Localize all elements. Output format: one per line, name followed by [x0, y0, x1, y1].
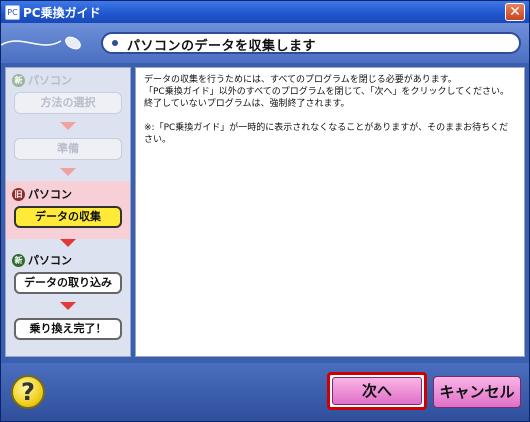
close-button[interactable]: ✕: [505, 3, 525, 21]
step-arrow-icon: [60, 168, 76, 176]
section-label: パソコン: [28, 188, 72, 201]
footer-bar: ? 次へ キャンセル: [1, 363, 529, 421]
step-arrow-icon: [60, 302, 76, 310]
step-sidebar: 新 パソコン 方法の選択 準備 旧 パソコン データの収集 新 パソコン データ…: [5, 67, 131, 357]
next-button-label: 次へ: [332, 377, 422, 405]
header-banner: パソコンのデータを収集します: [1, 23, 529, 63]
instructions-panel: データの収集を行うためには、すべてのプログラムを閉じる必要があります。 「PC乗…: [135, 67, 525, 357]
next-button[interactable]: 次へ: [327, 372, 427, 410]
instruction-line: 「PC乗換ガイド」以外のすべてのプログラムを閉じて、「次へ」をクリックしてくださ…: [144, 87, 509, 97]
app-window: PC PC乗換ガイド ✕ パソコンのデータを収集します 新 パソコン 方法の選択…: [0, 0, 530, 422]
pc-icon: PC: [5, 5, 20, 20]
instruction-note: ※:「PC乗換ガイド」が一時的に表示されなくなることがありますが、そのままお待ち…: [144, 123, 509, 145]
section-label: パソコン: [28, 74, 72, 87]
page-title-pill: パソコンのデータを収集します: [101, 32, 521, 54]
step-prepare: 準備: [14, 138, 122, 160]
step-complete: 乗り換え完了！: [14, 318, 122, 340]
old-pc-section-label: 旧 パソコン: [12, 186, 72, 202]
old-badge-icon: 旧: [12, 187, 25, 201]
step-arrow-icon: [60, 122, 76, 130]
step-arrow-icon: [60, 239, 76, 247]
page-title: パソコンのデータを収集します: [127, 39, 317, 54]
new-badge-icon: 新: [12, 253, 25, 267]
help-button[interactable]: ?: [11, 375, 45, 409]
cancel-button[interactable]: キャンセル: [433, 376, 521, 408]
step-collect-data: データの収集: [14, 206, 122, 228]
mouse-cable-icon: [1, 36, 81, 50]
section-label: パソコン: [28, 254, 72, 267]
new-pc-section-top: 新 パソコン: [12, 72, 72, 88]
new-badge-icon: 新: [12, 73, 25, 87]
new-pc-section-bottom: 新 パソコン: [12, 252, 72, 268]
step-method-select: 方法の選択: [14, 92, 122, 114]
step-import-data: データの取り込み: [14, 272, 122, 294]
bullet-icon: [112, 40, 118, 46]
instruction-line: データの収集を行うためには、すべてのプログラムを閉じる必要があります。: [144, 75, 457, 85]
window-title: PC乗換ガイド: [23, 6, 101, 20]
title-bar[interactable]: PC PC乗換ガイド ✕: [1, 1, 529, 23]
instruction-line: 終了していないプログラムは、強制終了されます。: [144, 99, 350, 109]
